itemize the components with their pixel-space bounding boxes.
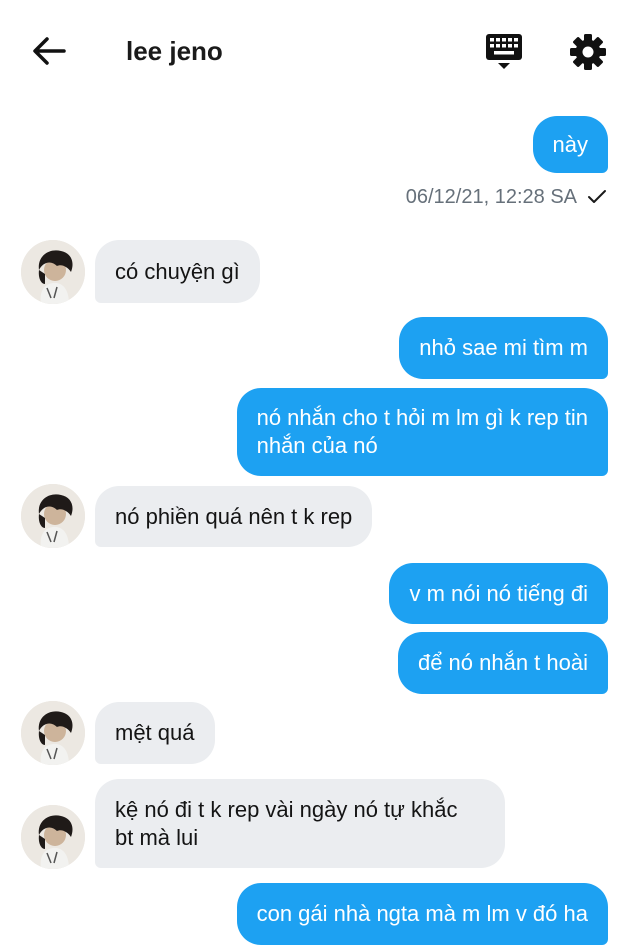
chat-screen: lee jeno này 06/12/21, 12:28 SA có chuyệ… xyxy=(0,0,629,951)
avatar[interactable] xyxy=(21,484,85,548)
received-message[interactable]: có chuyện gì xyxy=(95,240,260,303)
message-text: nó nhắn cho t hỏi m lm gì k rep tin nhắn… xyxy=(256,405,588,458)
profile-photo xyxy=(21,484,85,548)
received-message[interactable]: mệt quá xyxy=(95,702,215,764)
chat-header: lee jeno xyxy=(0,0,629,100)
message-text: kệ nó đi t k rep vài ngày nó tự khắc bt … xyxy=(115,796,458,850)
message-text: v m nói nó tiếng đi xyxy=(409,580,588,606)
sent-message[interactable]: nó nhắn cho t hỏi m lm gì k rep tin nhắn… xyxy=(236,388,608,476)
sent-message[interactable]: này xyxy=(532,116,608,173)
back-button[interactable] xyxy=(30,34,68,68)
profile-photo xyxy=(21,240,85,304)
checkmark-icon xyxy=(588,190,606,203)
profile-photo xyxy=(21,805,85,869)
message-text: con gái nhà ngta mà m lm v đó ha xyxy=(256,901,588,926)
timestamp-text: 06/12/21, 12:28 SA xyxy=(405,186,577,208)
sent-message[interactable]: con gái nhà ngta mà m lm v đó ha xyxy=(236,883,608,945)
message-text: có chuyện gì xyxy=(115,258,240,284)
gear-icon xyxy=(570,34,606,70)
avatar[interactable] xyxy=(21,805,85,869)
message-text: nhỏ sae mi tìm m xyxy=(419,335,588,360)
sent-message[interactable]: để nó nhắn t hoài xyxy=(397,632,608,694)
received-message[interactable]: kệ nó đi t k rep vài ngày nó tự khắc bt … xyxy=(95,779,505,868)
received-message[interactable]: nó phiền quá nên t k rep xyxy=(95,486,373,547)
profile-photo xyxy=(21,701,85,765)
avatar[interactable] xyxy=(21,240,85,304)
sent-message[interactable]: v m nói nó tiếng đi xyxy=(389,563,608,624)
conversation-title: lee jeno xyxy=(126,36,223,66)
sent-message[interactable]: nhỏ sae mi tìm m xyxy=(399,317,608,379)
keyboard-button[interactable] xyxy=(484,31,524,71)
message-text: để nó nhắn t hoài xyxy=(417,650,588,675)
arrow-left-icon xyxy=(33,37,66,65)
message-text: nó phiền quá nên t k rep xyxy=(115,503,353,529)
message-text: mệt quá xyxy=(115,720,195,745)
keyboard-icon xyxy=(486,34,522,69)
avatar[interactable] xyxy=(21,701,85,765)
settings-button[interactable] xyxy=(568,32,608,72)
message-timestamp: 06/12/21, 12:28 SA xyxy=(406,183,607,211)
message-text: này xyxy=(552,131,588,157)
